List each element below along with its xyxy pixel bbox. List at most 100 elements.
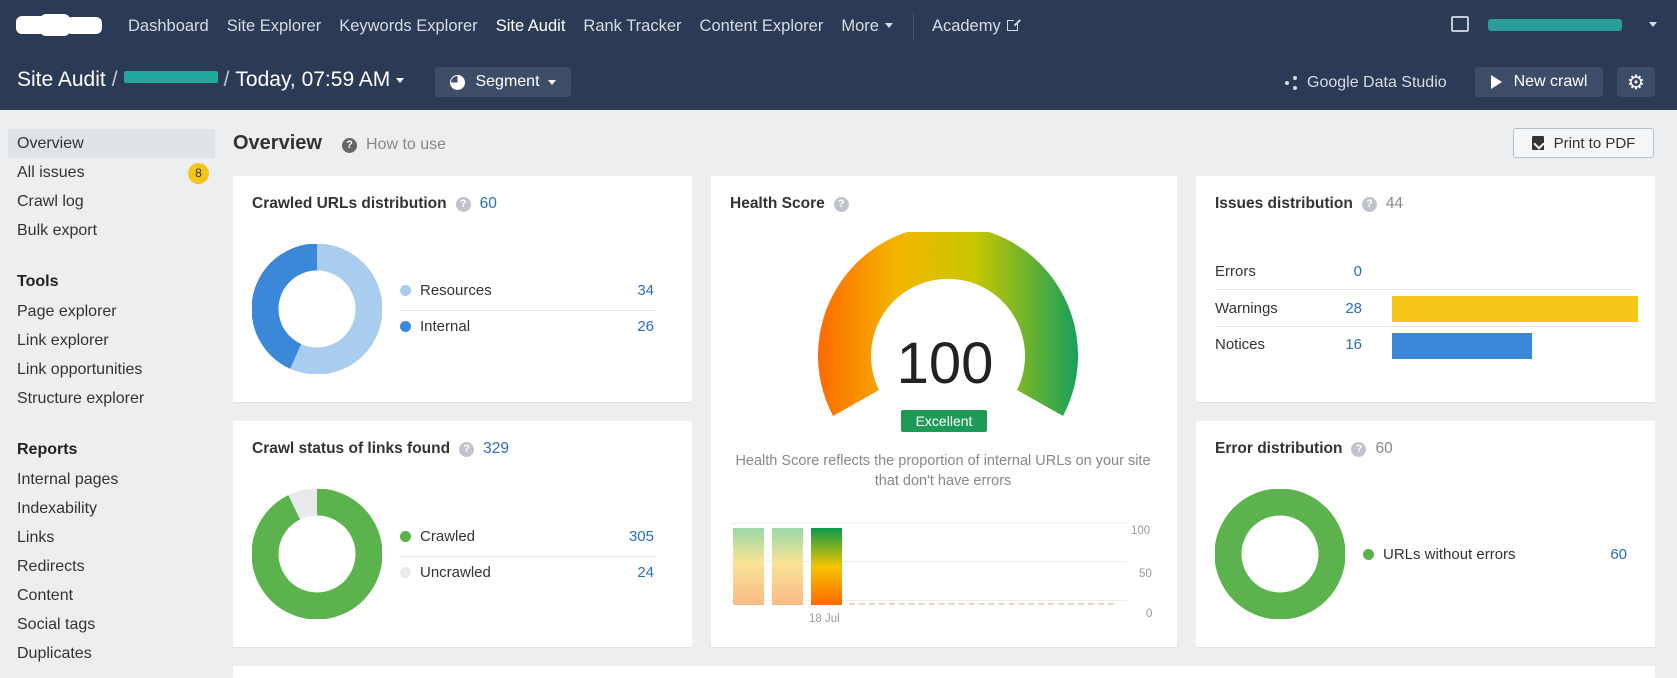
issue-row-value[interactable]: 0 (1332, 263, 1362, 280)
notices-bar[interactable] (1392, 333, 1533, 359)
card-title-text: Crawl status of links found (252, 440, 451, 457)
gds-label: Google Data Studio (1307, 74, 1447, 91)
new-crawl-button[interactable]: New crawl (1475, 67, 1603, 97)
help-icon[interactable]: ? (1361, 196, 1377, 212)
donut-segment[interactable] (252, 489, 382, 619)
help-icon[interactable]: ? (833, 196, 849, 212)
nav-site-explorer[interactable]: Site Explorer (227, 17, 321, 36)
sidebar-item-duplicates[interactable]: Duplicates (8, 639, 215, 668)
issue-row-value[interactable]: 16 (1332, 336, 1362, 353)
issue-row-label: Errors (1215, 263, 1256, 280)
sidebar-item-internal-pages[interactable]: Internal pages (8, 465, 215, 494)
card-title: Crawl status of links found ? 329 (252, 440, 509, 458)
issues-distribution-card: Issues distribution ? 44 Errors 0 Warnin… (1196, 176, 1655, 402)
help-icon[interactable]: ? (459, 441, 475, 457)
print-to-pdf-button[interactable]: Print to PDF (1513, 128, 1654, 158)
divider (1215, 326, 1635, 327)
legend-value[interactable]: 60 (1587, 546, 1627, 563)
next-card (233, 666, 1655, 678)
account-chevron-down-icon[interactable] (1649, 22, 1657, 27)
crawl-status-donut[interactable] (252, 489, 382, 619)
monitor-icon[interactable] (1451, 16, 1469, 32)
sidebar-item-page-explorer[interactable]: Page explorer (8, 297, 215, 326)
legend-value[interactable]: 34 (614, 282, 654, 299)
warnings-bar[interactable] (1392, 296, 1638, 322)
how-to-use-link[interactable]: ? How to use (342, 136, 446, 154)
sidebar-item-content[interactable]: Content (8, 581, 215, 610)
help-icon[interactable]: ? (455, 196, 471, 212)
how-to-use-label: How to use (366, 136, 447, 153)
history-bar[interactable] (772, 528, 803, 605)
gear-icon: ⚙ (1627, 71, 1645, 94)
sidebar-item-link-explorer[interactable]: Link explorer (8, 326, 215, 355)
history-bar-current[interactable] (811, 528, 842, 605)
pie-chart-icon (450, 74, 466, 90)
nav-site-audit[interactable]: Site Audit (496, 17, 566, 36)
sidebar-item-social-tags[interactable]: Social tags (8, 610, 215, 639)
card-count[interactable]: 60 (480, 195, 497, 213)
chevron-down-icon (396, 78, 405, 83)
breadcrumb-site-audit[interactable]: Site Audit (17, 68, 106, 91)
sidebar-item-overview[interactable]: Overview (8, 129, 215, 158)
sidebar-item-label: All issues (17, 164, 85, 181)
account-menu[interactable] (1488, 19, 1622, 31)
legend-uncrawled[interactable]: Uncrawled (400, 564, 491, 581)
sidebar-item-link-opportunities[interactable]: Link opportunities (8, 355, 215, 384)
segment-button[interactable]: Segment (435, 67, 571, 97)
y-tick: 100 (1131, 525, 1151, 537)
project-bar: Site Audit / / Today, 07:59 AM Segment Goog… (0, 52, 1677, 110)
sidebar-heading-tools: Tools (17, 273, 59, 290)
divider (400, 556, 656, 557)
sidebar-item-structure-explorer[interactable]: Structure explorer (8, 384, 215, 413)
donut-segment[interactable] (1215, 489, 1345, 619)
download-icon (1531, 136, 1544, 150)
crawl-status-card: Crawl status of links found ? 329 Crawle… (233, 421, 692, 647)
google-data-studio-link[interactable]: Google Data Studio (1285, 74, 1447, 92)
nav-academy[interactable]: Academy (931, 16, 1020, 36)
ahrefs-logo[interactable] (16, 14, 104, 36)
legend-dot (400, 285, 411, 296)
issues-count-badge: 8 (188, 163, 209, 184)
nav-dashboard[interactable]: Dashboard (128, 17, 209, 36)
legend-label: Crawled (420, 528, 476, 545)
issue-row-value[interactable]: 28 (1332, 300, 1362, 317)
card-title: Health Score ? (730, 195, 858, 213)
nav-academy-label: Academy (931, 16, 1001, 35)
crawl-date-selector[interactable]: Today, 07:59 AM (235, 68, 405, 91)
sidebar-item-all-issues[interactable]: All issues 8 (8, 158, 215, 187)
nav-content-explorer[interactable]: Content Explorer (700, 17, 824, 36)
sidebar-item-links[interactable]: Links (8, 523, 215, 552)
sidebar-item-bulk-export[interactable]: Bulk export (8, 216, 215, 245)
legend-urls-without-errors[interactable]: URLs without errors (1363, 546, 1516, 563)
card-count[interactable]: 329 (483, 440, 509, 458)
legend-value[interactable]: 24 (614, 564, 654, 581)
nav-keywords-explorer[interactable]: Keywords Explorer (339, 17, 477, 36)
history-bar[interactable] (733, 528, 764, 605)
project-name[interactable] (123, 71, 218, 83)
settings-button[interactable]: ⚙ (1617, 67, 1655, 97)
nav-rank-tracker[interactable]: Rank Tracker (583, 17, 681, 36)
new-crawl-label: New crawl (1513, 73, 1588, 90)
legend-label: Resources (420, 282, 492, 299)
sidebar-item-crawl-log[interactable]: Crawl log (8, 187, 215, 216)
legend-value[interactable]: 305 (614, 528, 654, 545)
legend-resources[interactable]: Resources (400, 282, 492, 299)
sidebar-item-redirects[interactable]: Redirects (8, 552, 215, 581)
legend-dot (400, 321, 411, 332)
crawled-urls-card: Crawled URLs distribution ? 60 Resources… (233, 176, 692, 402)
help-icon[interactable]: ? (1351, 441, 1367, 457)
legend-internal[interactable]: Internal (400, 318, 470, 335)
sidebar-item-indexability[interactable]: Indexability (8, 494, 215, 523)
y-tick: 0 (1146, 608, 1153, 620)
legend-value[interactable]: 26 (614, 318, 654, 335)
nav-more[interactable]: More (841, 17, 893, 36)
error-distribution-card: Error distribution ? 60 URLs without err… (1196, 421, 1655, 647)
crawled-urls-donut[interactable] (252, 244, 382, 374)
card-title-text: Crawled URLs distribution (252, 195, 447, 212)
error-distribution-donut[interactable] (1215, 489, 1345, 619)
card-count: 60 (1375, 440, 1393, 457)
chevron-down-icon (884, 22, 893, 28)
divider (400, 310, 656, 311)
card-count: 44 (1385, 195, 1404, 212)
legend-crawled[interactable]: Crawled (400, 528, 475, 545)
